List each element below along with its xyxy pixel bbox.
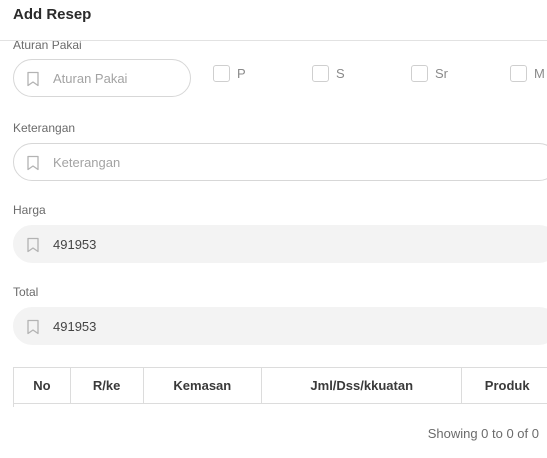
checkbox-box[interactable] (510, 65, 527, 82)
checkbox-label: Sr (435, 66, 448, 81)
bookmark-icon (26, 319, 40, 335)
bookmark-icon (26, 71, 40, 87)
checkbox-box[interactable] (411, 65, 428, 82)
harga-label: Harga (13, 203, 46, 217)
resep-table: No R/ke Kemasan Jml/Dss/kkuatan Produk (13, 367, 547, 407)
column-header-jml-dss-kkuatan[interactable]: Jml/Dss/kkuatan (262, 368, 463, 403)
bookmark-icon (26, 237, 40, 253)
column-header-no[interactable]: No (14, 368, 71, 403)
checkbox-m[interactable]: M (510, 65, 545, 82)
table-info: Showing 0 to 0 of 0 (427, 426, 539, 441)
harga-value: 491953 (53, 237, 97, 252)
page-title: Add Resep (13, 6, 92, 23)
checkbox-box[interactable] (312, 65, 329, 82)
table-header-row: No R/ke Kemasan Jml/Dss/kkuatan Produk (14, 368, 547, 404)
column-header-rke[interactable]: R/ke (71, 368, 144, 403)
checkbox-box[interactable] (213, 65, 230, 82)
aturan-pakai-placeholder: Aturan Pakai (53, 71, 128, 86)
keterangan-placeholder: Keterangan (53, 155, 121, 170)
bookmark-icon (26, 155, 40, 171)
aturan-pakai-input[interactable]: Aturan Pakai (13, 59, 191, 97)
total-value: 491953 (53, 319, 97, 334)
total-label: Total (13, 285, 39, 299)
checkbox-label: M (534, 66, 545, 81)
total-input[interactable]: 491953 (13, 307, 547, 345)
checkbox-sr[interactable]: Sr (411, 65, 448, 82)
checkbox-p[interactable]: P (213, 65, 246, 82)
harga-input[interactable]: 491953 (13, 225, 547, 263)
checkbox-label: S (336, 66, 345, 81)
keterangan-input[interactable]: Keterangan (13, 143, 547, 181)
column-header-produk[interactable]: Produk (462, 368, 547, 403)
checkbox-label: P (237, 66, 246, 81)
column-header-kemasan[interactable]: Kemasan (144, 368, 263, 403)
modal-header: Add Resep (0, 0, 547, 41)
keterangan-label: Keterangan (13, 121, 76, 135)
checkbox-s[interactable]: S (312, 65, 345, 82)
